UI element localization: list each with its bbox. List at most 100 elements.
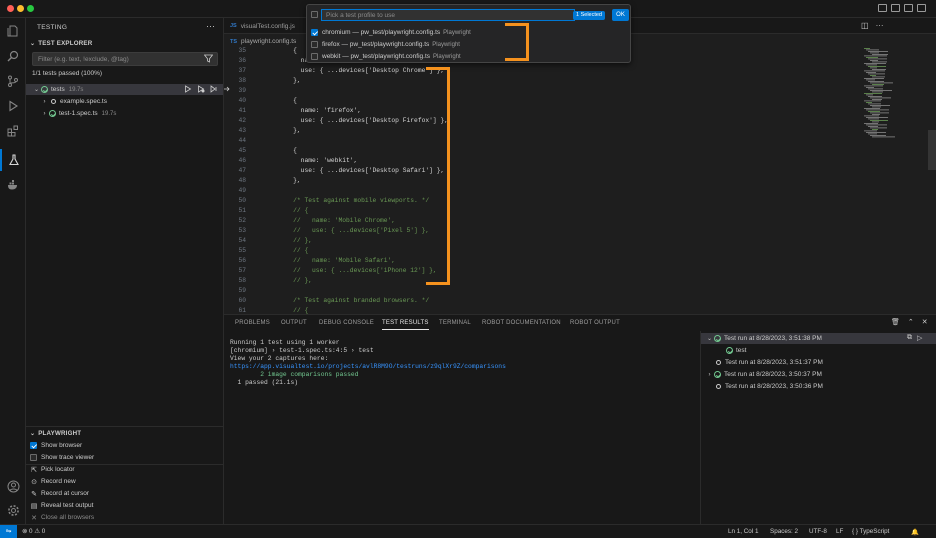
end-of-line[interactable]: LF <box>836 528 843 535</box>
comparisons-link[interactable]: https://app.visualtest.io/projects/avlR8… <box>230 363 700 371</box>
code-line[interactable]: 55 // { <box>224 246 864 256</box>
code-line[interactable]: 54 // }, <box>224 236 864 246</box>
close-all-browsers-action[interactable]: ✕ Close all browsers <box>30 512 220 523</box>
zoom-window-button[interactable] <box>27 5 34 12</box>
code-line[interactable]: 58 // }, <box>224 276 864 286</box>
test-filter-input[interactable] <box>32 52 218 66</box>
code-line[interactable]: 42 use: { ...devices['Desktop Firefox'] … <box>224 116 864 126</box>
open-results-icon[interactable]: ⧉ <box>907 334 912 342</box>
code-line[interactable]: 40 { <box>224 96 864 106</box>
clear-results-trash-icon[interactable]: 🗑 <box>891 318 900 326</box>
code-line[interactable]: 38 }, <box>224 76 864 86</box>
ok-button[interactable]: OK <box>612 9 629 21</box>
code-line[interactable]: 49 <box>224 186 864 196</box>
chevron-right-icon[interactable]: › <box>40 111 49 117</box>
code-line[interactable]: 39 <box>224 86 864 96</box>
code-line[interactable]: 51 // { <box>224 206 864 216</box>
panel-tab[interactable]: ROBOT OUTPUT <box>570 320 620 326</box>
profile-checkbox[interactable] <box>311 53 318 60</box>
run-debug-icon[interactable] <box>0 95 26 117</box>
select-all-checkbox[interactable] <box>311 11 318 18</box>
code-line[interactable]: 44 <box>224 136 864 146</box>
profile-checkbox[interactable] <box>311 41 318 48</box>
tree-item-test-1-spec[interactable]: › test-1.spec.ts 19.7s <box>26 108 223 119</box>
language-mode[interactable]: { } TypeScript <box>852 528 889 535</box>
panel-tab[interactable]: ROBOT DOCUMENTATION <box>482 320 561 326</box>
show-browser-option[interactable]: Show browser <box>30 440 220 451</box>
show-trace-viewer-option[interactable]: Show trace viewer <box>30 452 220 463</box>
reveal-test-output-action[interactable]: ▤ Reveal test output <box>30 500 220 511</box>
panel-tab[interactable]: OUTPUT <box>281 320 307 326</box>
code-line[interactable]: 56 // name: 'Mobile Safari', <box>224 256 864 266</box>
close-window-button[interactable] <box>7 5 14 12</box>
run-test-icon[interactable] <box>184 85 192 93</box>
test-run-item[interactable]: Test run at 8/28/2023, 3:50:36 PM <box>701 381 936 392</box>
source-control-icon[interactable] <box>0 70 26 92</box>
search-icon[interactable] <box>0 45 26 67</box>
code-line[interactable]: 46 name: 'webkit', <box>224 156 864 166</box>
docker-icon[interactable] <box>0 174 26 196</box>
code-editor[interactable]: 35 {36 name: 'chromium',37 use: { ...dev… <box>224 46 864 314</box>
more-actions-icon[interactable]: ··· <box>206 21 215 31</box>
minimap[interactable] <box>862 46 936 314</box>
code-line[interactable]: 48 }, <box>224 176 864 186</box>
profile-item-firefox[interactable]: firefox — pw_test/playwright.config.ts P… <box>311 39 511 50</box>
remote-indicator-icon[interactable]: ⇋ <box>0 525 17 538</box>
code-line[interactable]: 59 <box>224 286 864 296</box>
chevron-down-icon[interactable]: ⌄ <box>705 335 714 342</box>
toggle-sidebar-icon[interactable] <box>878 4 887 12</box>
code-line[interactable]: 37 use: { ...devices['Desktop Chrome'] }… <box>224 66 864 76</box>
test-run-item[interactable]: Test run at 8/28/2023, 3:51:37 PM <box>701 357 936 368</box>
code-line[interactable]: 43 }, <box>224 126 864 136</box>
customize-layout-icon[interactable] <box>917 4 926 12</box>
tree-item-example-spec[interactable]: › example.spec.ts <box>26 96 223 107</box>
profile-checkbox[interactable] <box>311 29 318 36</box>
more-actions-icon[interactable]: ··· <box>876 21 884 30</box>
breadcrumb[interactable]: TS playwright.config.ts <box>230 38 296 45</box>
rerun-icon[interactable]: ▷ <box>917 334 922 342</box>
chevron-right-icon[interactable]: › <box>705 372 714 378</box>
playwright-header[interactable]: ⌄ PLAYWRIGHT <box>30 430 81 437</box>
settings-gear-icon[interactable] <box>0 499 26 521</box>
test-run-item[interactable]: › Test run at 8/28/2023, 3:50:37 PM <box>701 369 936 380</box>
record-new-action[interactable]: ⊙ Record new <box>30 476 220 487</box>
chevron-down-icon[interactable]: ⌄ <box>32 86 41 93</box>
code-line[interactable]: 52 // name: 'Mobile Chrome', <box>224 216 864 226</box>
chevron-right-icon[interactable]: › <box>40 99 49 105</box>
maximize-panel-icon[interactable]: ⌃ <box>908 318 914 326</box>
code-line[interactable]: 61 // { <box>224 306 864 314</box>
problems-indicator[interactable]: ⊗ 0 ⚠ 0 <box>22 528 45 535</box>
test-run-item[interactable]: ⌄ Test run at 8/28/2023, 3:51:38 PM ⧉ ▷ <box>701 333 936 344</box>
cursor-position[interactable]: Ln 1, Col 1 <box>728 528 758 535</box>
record-at-cursor-action[interactable]: ✎ Record at cursor <box>30 488 220 499</box>
close-panel-icon[interactable]: ✕ <box>922 318 928 326</box>
code-line[interactable]: 57 // use: { ...devices['iPhone 12'] }, <box>224 266 864 276</box>
extensions-icon[interactable] <box>0 120 26 142</box>
test-explorer-header[interactable]: ⌄ TEST EXPLORER <box>30 40 92 47</box>
filter-funnel-icon[interactable] <box>203 54 214 65</box>
code-line[interactable]: 50 /* Test against mobile viewports. */ <box>224 196 864 206</box>
profile-item-webkit[interactable]: webkit — pw_test/playwright.config.ts Pl… <box>311 51 511 62</box>
tree-item-tests[interactable]: ⌄ tests 19.7s <box>26 84 230 95</box>
indentation[interactable]: Spaces: 2 <box>770 528 798 535</box>
code-line[interactable]: 45 { <box>224 146 864 156</box>
panel-tab[interactable]: PROBLEMS <box>235 320 270 326</box>
code-line[interactable]: 47 use: { ...devices['Desktop Safari'] }… <box>224 166 864 176</box>
tab-visualtest-config[interactable]: JS visualTest.config.js <box>224 18 301 34</box>
show-browser-checkbox[interactable] <box>30 442 37 449</box>
testing-flask-icon[interactable] <box>0 149 26 171</box>
code-line[interactable]: 60 /* Test against branded browsers. */ <box>224 296 864 306</box>
show-trace-viewer-checkbox[interactable] <box>30 454 37 461</box>
encoding[interactable]: UTF-8 <box>809 528 827 535</box>
profile-item-chromium[interactable]: chromium — pw_test/playwright.config.ts … <box>311 27 511 38</box>
panel-tab[interactable]: DEBUG CONSOLE <box>319 320 374 326</box>
run-with-profile-icon[interactable] <box>210 85 218 93</box>
toggle-secondary-sidebar-icon[interactable] <box>904 4 913 12</box>
split-editor-icon[interactable]: ◫ <box>861 21 869 30</box>
editor-scrollbar[interactable] <box>928 130 936 170</box>
explorer-icon[interactable] <box>0 20 26 42</box>
toggle-panel-icon[interactable] <box>891 4 900 12</box>
notifications-bell-icon[interactable]: 🔔 <box>911 528 919 536</box>
test-result-item[interactable]: test <box>701 345 936 356</box>
pick-locator-action[interactable]: ⇱ Pick locator <box>30 464 220 475</box>
